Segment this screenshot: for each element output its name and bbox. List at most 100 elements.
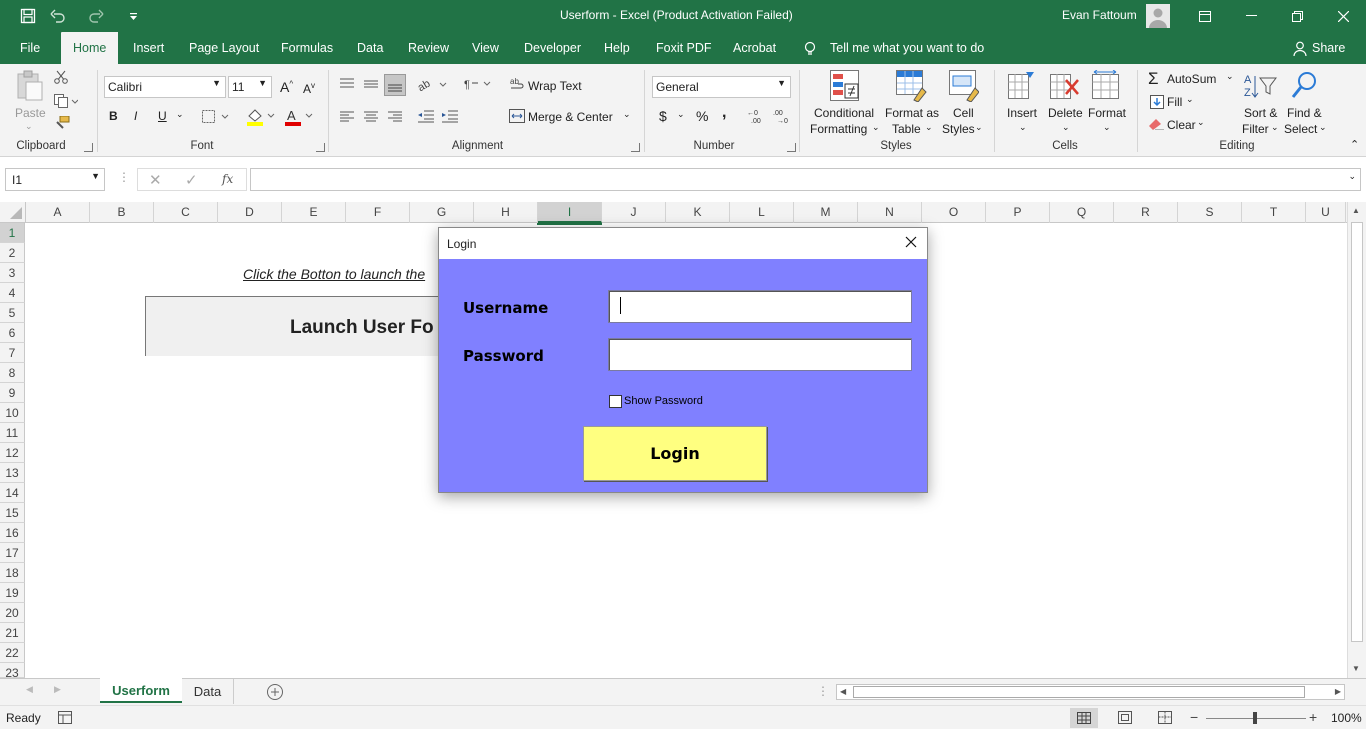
row-header[interactable]: 21 bbox=[0, 623, 25, 643]
column-header[interactable]: F bbox=[346, 202, 410, 223]
orientation-icon[interactable]: ab bbox=[418, 76, 448, 92]
delete-cells-icon[interactable] bbox=[1050, 70, 1080, 102]
zoom-in-button[interactable]: + bbox=[1309, 709, 1317, 725]
insert-cells-button[interactable]: Insert bbox=[1007, 106, 1037, 120]
dialog-close-icon[interactable] bbox=[905, 236, 917, 248]
paste-icon[interactable] bbox=[16, 70, 44, 102]
currency-dropdown-icon[interactable]: ⌄ bbox=[677, 109, 685, 120]
cell-styles-icon[interactable] bbox=[949, 70, 979, 102]
restore-icon[interactable] bbox=[1274, 0, 1320, 32]
tab-formulas[interactable]: Formulas bbox=[281, 32, 333, 64]
find-select-label[interactable]: Find & bbox=[1287, 106, 1322, 120]
increase-indent-icon[interactable] bbox=[442, 110, 458, 123]
undo-icon[interactable] bbox=[50, 8, 68, 24]
column-header[interactable]: S bbox=[1178, 202, 1242, 223]
find-select-dropdown-icon[interactable]: ⌄ bbox=[1319, 122, 1327, 133]
decrease-indent-icon[interactable] bbox=[418, 110, 434, 123]
customize-toolbar-icon[interactable] bbox=[128, 8, 146, 24]
login-button[interactable]: Login bbox=[583, 426, 767, 481]
format-painter-icon[interactable] bbox=[54, 116, 70, 130]
page-layout-view-icon[interactable] bbox=[1118, 711, 1132, 724]
dialog-title-bar[interactable]: Login bbox=[439, 228, 927, 259]
underline-button[interactable]: U bbox=[158, 109, 167, 123]
row-header[interactable]: 3 bbox=[0, 263, 25, 283]
scroll-left-icon[interactable]: ◀ bbox=[840, 687, 846, 696]
add-sheet-icon[interactable] bbox=[266, 683, 284, 701]
align-center-icon[interactable] bbox=[364, 111, 378, 123]
cell-styles-dropdown-icon[interactable]: ⌄ bbox=[975, 122, 983, 133]
align-left-icon[interactable] bbox=[340, 111, 354, 123]
column-header-selected[interactable]: I bbox=[538, 202, 602, 223]
italic-button[interactable]: I bbox=[134, 109, 137, 123]
borders-icon[interactable] bbox=[202, 110, 230, 124]
minimize-icon[interactable] bbox=[1228, 0, 1274, 32]
prev-sheet-icon[interactable]: ◀ bbox=[26, 684, 33, 695]
zoom-slider-thumb[interactable] bbox=[1253, 712, 1257, 724]
share-icon[interactable] bbox=[1293, 41, 1307, 56]
conditional-formatting-label[interactable]: Conditional bbox=[814, 106, 874, 120]
cancel-entry-icon[interactable]: ✕ bbox=[149, 171, 162, 189]
decrease-font-icon[interactable]: Av bbox=[303, 81, 315, 96]
row-header[interactable]: 19 bbox=[0, 583, 25, 603]
font-launcher-icon[interactable] bbox=[316, 143, 325, 152]
merge-center-icon[interactable] bbox=[509, 109, 525, 123]
ribbon-display-icon[interactable] bbox=[1182, 0, 1228, 32]
clipboard-launcher-icon[interactable] bbox=[84, 143, 93, 152]
sort-filter-label[interactable]: Sort & bbox=[1244, 106, 1277, 120]
zoom-out-button[interactable]: − bbox=[1190, 709, 1198, 725]
row-header[interactable]: 9 bbox=[0, 383, 25, 403]
row-header[interactable]: 5 bbox=[0, 303, 25, 323]
show-password-label[interactable]: Show Password bbox=[624, 395, 703, 407]
align-right-icon[interactable] bbox=[388, 111, 402, 123]
autosum-button[interactable]: AutoSum bbox=[1167, 72, 1216, 86]
column-header[interactable]: M bbox=[794, 202, 858, 223]
column-header[interactable]: T bbox=[1242, 202, 1306, 223]
sort-filter-icon[interactable]: AZ bbox=[1244, 72, 1278, 102]
column-header[interactable]: R bbox=[1114, 202, 1178, 223]
merge-center-button[interactable]: Merge & Center bbox=[528, 110, 613, 124]
conditional-formatting-label-2[interactable]: Formatting bbox=[810, 122, 867, 136]
row-header[interactable]: 15 bbox=[0, 503, 25, 523]
autosum-dropdown-icon[interactable]: ⌄ bbox=[1226, 71, 1234, 82]
horizontal-scrollbar[interactable]: ◀ ▶ bbox=[836, 684, 1345, 700]
column-header[interactable]: B bbox=[90, 202, 154, 223]
row-header-selected[interactable]: 1 bbox=[0, 223, 25, 243]
fill-color-icon[interactable] bbox=[246, 108, 278, 126]
column-header[interactable]: P bbox=[986, 202, 1050, 223]
number-format-select[interactable]: General ▼ bbox=[652, 76, 791, 98]
column-header[interactable]: C bbox=[154, 202, 218, 223]
column-header[interactable]: U bbox=[1306, 202, 1346, 223]
insert-function-button[interactable]: fx bbox=[222, 172, 233, 186]
scroll-up-icon[interactable]: ▲ bbox=[1352, 206, 1360, 215]
tab-acrobat[interactable]: Acrobat bbox=[733, 32, 776, 64]
name-box[interactable]: I1 ▼ bbox=[5, 168, 105, 191]
bold-button[interactable]: B bbox=[109, 109, 118, 123]
confirm-entry-icon[interactable]: ✓ bbox=[185, 171, 198, 189]
fill-button[interactable]: Fill bbox=[1167, 95, 1182, 109]
username-input[interactable] bbox=[608, 290, 912, 323]
normal-view-icon[interactable] bbox=[1070, 708, 1098, 728]
clear-eraser-icon[interactable] bbox=[1149, 118, 1165, 130]
wrap-text-icon[interactable]: ab bbox=[510, 76, 526, 92]
align-top-icon[interactable] bbox=[340, 78, 354, 90]
row-header[interactable]: 23 bbox=[0, 663, 25, 678]
format-as-table-label[interactable]: Format as bbox=[885, 106, 939, 120]
row-header[interactable]: 12 bbox=[0, 443, 25, 463]
row-header[interactable]: 6 bbox=[0, 323, 25, 343]
column-header[interactable]: G bbox=[410, 202, 474, 223]
conditional-dropdown-icon[interactable]: ⌄ bbox=[872, 122, 880, 133]
percent-button[interactable]: % bbox=[696, 108, 708, 124]
tab-foxit-pdf[interactable]: Foxit PDF bbox=[656, 32, 712, 64]
share-button[interactable]: Share bbox=[1312, 32, 1345, 64]
wrap-text-button[interactable]: Wrap Text bbox=[528, 79, 582, 93]
format-table-dropdown-icon[interactable]: ⌄ bbox=[925, 122, 933, 133]
tab-data[interactable]: Data bbox=[357, 32, 383, 64]
autosum-icon[interactable]: Σ bbox=[1148, 69, 1159, 89]
paste-label[interactable]: Paste bbox=[15, 106, 46, 120]
tell-me-search[interactable]: Tell me what you want to do bbox=[830, 32, 984, 64]
vertical-scroll-thumb[interactable] bbox=[1351, 222, 1363, 642]
comma-button[interactable]: , bbox=[722, 104, 726, 122]
alignment-launcher-icon[interactable] bbox=[631, 143, 640, 152]
increase-decimal-icon[interactable]: ←0.00 bbox=[747, 108, 765, 124]
close-icon[interactable] bbox=[1320, 0, 1366, 32]
